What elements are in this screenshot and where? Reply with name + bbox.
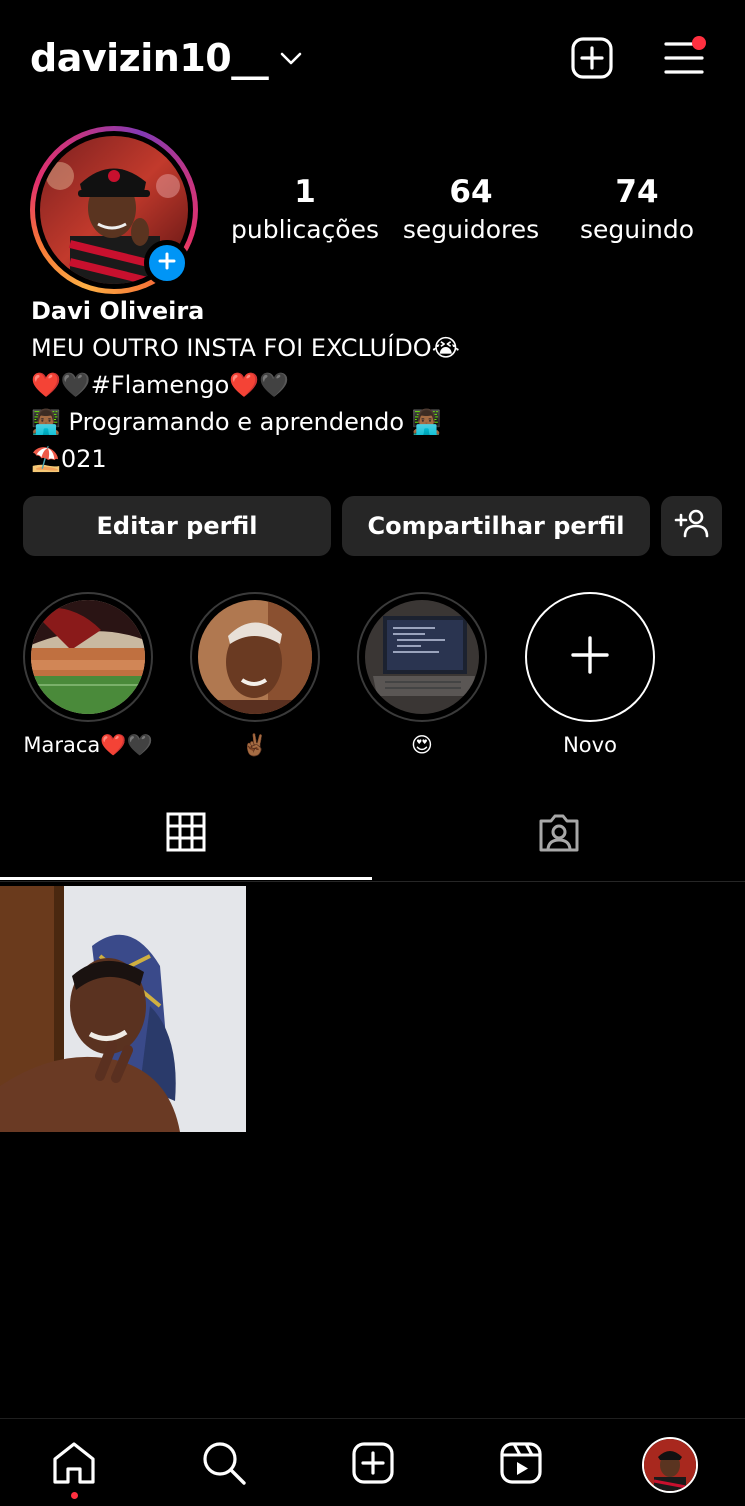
- reels-icon: [499, 1441, 543, 1489]
- account-switcher[interactable]: davizin10__: [30, 36, 302, 80]
- nav-create[interactable]: [343, 1435, 403, 1495]
- menu-button[interactable]: [660, 36, 708, 84]
- highlight-cover-laptop: [365, 600, 479, 714]
- bio-line: MEU OUTRO INSTA FOI EXCLUÍDO😭: [31, 334, 460, 362]
- profile-bio: Davi Oliveira MEU OUTRO INSTA FOI EXCLUÍ…: [31, 292, 721, 478]
- plus-icon: [157, 251, 177, 275]
- add-person-icon: [674, 508, 710, 544]
- home-icon: [51, 1441, 97, 1489]
- stat-following[interactable]: 74 seguindo: [570, 172, 704, 248]
- bio-line: ⛱️021: [31, 445, 107, 473]
- search-icon: [201, 1440, 247, 1490]
- following-count: 74: [615, 174, 659, 210]
- chevron-down-icon: [280, 51, 302, 70]
- profile-tabs: [0, 790, 745, 882]
- add-story-button[interactable]: [144, 240, 190, 286]
- share-profile-button[interactable]: Compartilhar perfil: [342, 496, 650, 556]
- following-label: seguindo: [579, 215, 695, 244]
- tab-posts-grid[interactable]: [0, 790, 372, 880]
- discover-people-button[interactable]: [661, 496, 722, 556]
- highlight-cover-selfie: [198, 600, 312, 714]
- followers-count: 64: [449, 174, 493, 210]
- bio-line: ❤️🖤#Flamengo❤️🖤: [31, 371, 290, 399]
- plus-icon: [570, 635, 610, 679]
- display-name: Davi Oliveira: [31, 297, 205, 325]
- new-highlight-button[interactable]: Novo: [523, 592, 657, 760]
- create-new-button[interactable]: [568, 36, 616, 84]
- posts-label: publicações: [231, 215, 379, 244]
- create-icon: [351, 1441, 395, 1489]
- username: davizin10__: [30, 36, 269, 80]
- followers-label: seguidores: [402, 215, 540, 244]
- bottom-navigation: [0, 1418, 745, 1506]
- grid-icon: [166, 812, 206, 856]
- highlight-label: Novo: [563, 733, 617, 757]
- stat-followers[interactable]: 64 seguidores: [398, 172, 544, 248]
- tab-tagged[interactable]: [373, 790, 745, 880]
- profile-avatar-small: [642, 1437, 698, 1493]
- nav-profile[interactable]: [640, 1435, 700, 1495]
- tagged-icon: [537, 813, 581, 857]
- nav-search[interactable]: [194, 1435, 254, 1495]
- edit-profile-button[interactable]: Editar perfil: [23, 496, 331, 556]
- stat-posts[interactable]: 1 publicações: [228, 172, 382, 248]
- highlight-label: ✌🏾: [241, 733, 269, 757]
- highlight-cover-stadium: [31, 600, 145, 714]
- highlight-label: Maraca❤️🖤: [23, 733, 153, 757]
- highlight-label: 😍: [411, 733, 433, 757]
- bio-line: 👨🏾‍💻 Programando e aprendendo 👨🏾‍💻: [31, 408, 442, 436]
- top-bar: davizin10__: [0, 0, 745, 120]
- highlight-maraca[interactable]: Maraca❤️🖤: [21, 592, 155, 760]
- nav-reels[interactable]: [491, 1435, 551, 1495]
- notification-dot: [692, 36, 706, 50]
- posts-count: 1: [294, 174, 316, 210]
- highlight-peace[interactable]: ✌🏾: [188, 592, 322, 760]
- home-notification-dot: [71, 1492, 78, 1499]
- highlight-heart-eyes[interactable]: 😍: [355, 592, 489, 760]
- post-thumbnail[interactable]: [0, 886, 246, 1132]
- plus-square-icon: [570, 36, 614, 84]
- nav-home[interactable]: [44, 1435, 104, 1495]
